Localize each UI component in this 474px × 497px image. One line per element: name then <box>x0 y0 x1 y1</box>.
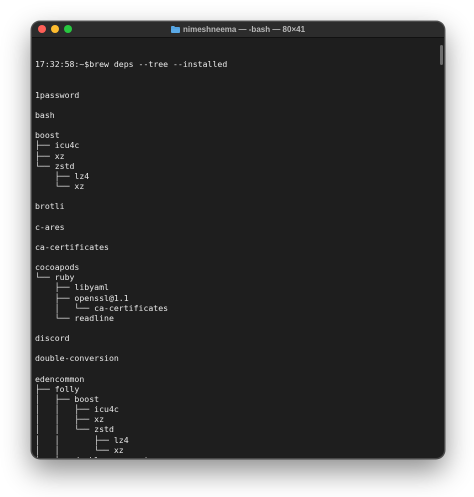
output-line: ├── lz4 <box>35 170 90 181</box>
command-text: brew deps --tree --installed <box>89 59 228 70</box>
output-line: │ │ └── zstd <box>35 424 114 435</box>
output-line: │ ├── boost <box>35 393 100 404</box>
output-line: │ ├── double-conversion <box>35 455 438 458</box>
output-line: brotli <box>35 201 65 212</box>
output-line: ├── xz <box>35 150 65 161</box>
output-line: discord <box>35 333 70 344</box>
output-line: └── zstd <box>35 160 75 171</box>
output-line: │ │ ├── icu4c <box>35 404 119 415</box>
terminal-window: nimeshneema — -bash — 80×41 17:32:58:~$ b… <box>31 21 445 459</box>
output-line: └── ruby <box>35 272 75 283</box>
folder-icon <box>170 26 180 33</box>
output-line: boost <box>35 130 60 141</box>
minimize-button[interactable] <box>51 25 59 33</box>
output-line: bash <box>35 110 55 121</box>
output-line: └── xz <box>35 181 85 192</box>
output-line: ├── libyaml <box>35 282 109 293</box>
output-line: │ │ ├── lz4 <box>35 434 129 445</box>
terminal-output[interactable]: 17:32:58:~$ brew deps --tree --installed … <box>35 39 438 458</box>
output-line: │ └── ca-certificates <box>35 302 169 313</box>
window-title: nimeshneema — -bash — 80×41 <box>170 25 306 34</box>
output-line: edencommon <box>35 373 85 384</box>
output-line: ├── icu4c <box>35 140 80 151</box>
close-button[interactable] <box>38 25 46 33</box>
output-line: c-ares <box>35 221 65 232</box>
output-line: double-conversion <box>35 353 119 364</box>
output-line: 1password <box>35 89 80 100</box>
output-line: ca-certificates <box>35 241 109 252</box>
title-bar[interactable]: nimeshneema — -bash — 80×41 <box>32 22 444 38</box>
prompt: 17:32:58:~$ <box>35 59 90 70</box>
output-line: ├── openssl@1.1 <box>35 292 129 303</box>
output-line: ├── folly <box>35 383 80 394</box>
output-line: └── readline <box>35 312 114 323</box>
output-line: cocoapods <box>35 262 80 273</box>
window-title-text: nimeshneema — -bash — 80×41 <box>182 25 306 34</box>
traffic-lights <box>38 25 72 33</box>
maximize-button[interactable] <box>64 25 72 33</box>
output-line: │ │ └── xz <box>35 444 124 455</box>
scrollbar[interactable] <box>440 45 443 65</box>
prompt-line: 17:32:58:~$ brew deps --tree --installed <box>35 59 438 69</box>
output-line: │ │ ├── xz <box>35 414 105 425</box>
